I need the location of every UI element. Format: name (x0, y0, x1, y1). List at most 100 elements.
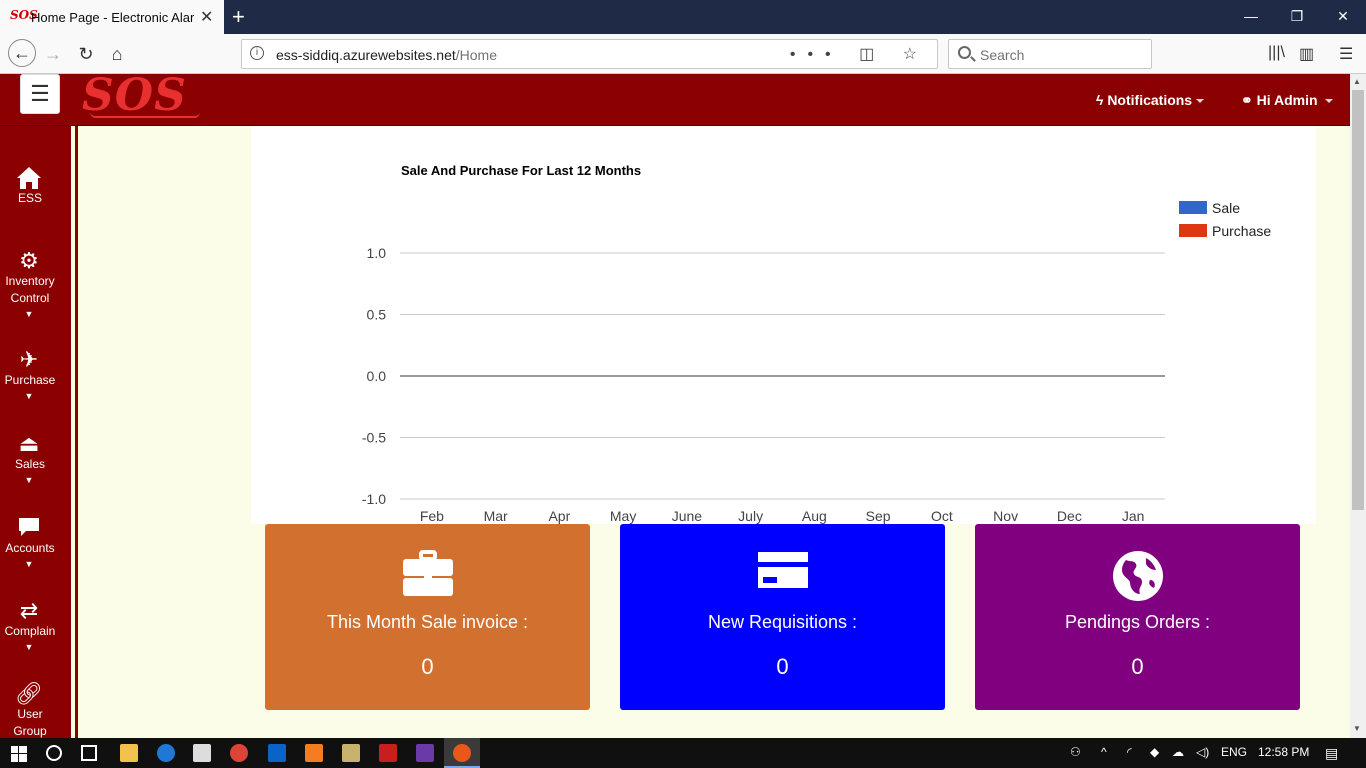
sidebar-item-user-group[interactable]: 🔗︎ User Group (0, 681, 58, 739)
gear-icon: ⚙ (19, 248, 39, 273)
minimize-icon[interactable]: — (1241, 8, 1261, 24)
chrome-icon[interactable] (230, 744, 248, 762)
sidebar-toggle-icon[interactable]: ▥ (1299, 44, 1314, 64)
close-tab-icon[interactable]: ✕ (200, 7, 213, 27)
site-info-icon[interactable]: i (250, 46, 264, 60)
windows-start-icon[interactable] (11, 746, 27, 762)
home-icon (0, 166, 58, 190)
scroll-down-icon[interactable]: ▼ (1353, 724, 1361, 733)
language-indicator[interactable]: ENG (1221, 745, 1247, 759)
y-tick-label: 0.5 (367, 307, 387, 323)
caret-down-icon (1196, 99, 1205, 104)
dropbox-icon[interactable]: ◆ (1150, 745, 1159, 759)
search-input[interactable]: Search (948, 39, 1152, 69)
y-tick-label: 0.0 (367, 368, 387, 384)
airplane-icon: ✈ (19, 347, 39, 372)
tab-title: Home Page - Electronic Alarm (31, 10, 194, 25)
address-bar[interactable]: i ess-siddiq.azurewebsites.net/Home ••• … (241, 39, 938, 69)
legend-swatch-sale (1179, 201, 1207, 214)
home-button-icon[interactable]: ⌂ (105, 42, 129, 66)
wifi-icon[interactable]: ◜ (1127, 745, 1132, 759)
menu-icon[interactable]: ☰ (1339, 44, 1353, 64)
x-tick-label: Jan (1122, 508, 1145, 524)
chevron-down-icon: ▼ (24, 309, 34, 319)
tray-chevron-icon[interactable]: ^ (1101, 745, 1107, 759)
url-text: ess-siddiq.azurewebsites.net/Home (276, 47, 497, 63)
card-label: This Month Sale invoice : (326, 612, 529, 632)
legend-label-sale: Sale (1212, 200, 1241, 216)
sale-purchase-chart: Sale And Purchase For Last 12 Months 1.0… (251, 126, 1316, 524)
back-icon[interactable]: ← (8, 39, 36, 67)
legend-swatch-purchase (1179, 224, 1207, 237)
chevron-down-icon: ▼ (24, 559, 34, 569)
link-icon: ⚭ (1241, 92, 1253, 108)
xampp-icon[interactable] (305, 744, 323, 762)
briefcase-icon (265, 550, 590, 600)
page-scrollbar[interactable]: ▲ ▼ (1350, 74, 1366, 738)
cortana-icon[interactable] (46, 745, 62, 761)
app-header: ☰ SOS ϟ Notifications ⚭ Hi Admin (0, 74, 1350, 126)
edge-icon[interactable] (157, 744, 175, 762)
user-menu[interactable]: ⚭ Hi Admin (1241, 92, 1334, 109)
visual-studio-icon[interactable] (416, 744, 434, 762)
task-view-icon[interactable] (81, 745, 97, 761)
card-value: 0 (776, 654, 789, 679)
volume-icon[interactable]: ◁) (1196, 745, 1209, 759)
people-icon[interactable]: ⚇ (1070, 745, 1081, 759)
hamburger-menu-button[interactable]: ☰ (20, 74, 60, 114)
scroll-thumb[interactable] (1352, 90, 1364, 510)
clock[interactable]: 12:58 PM (1258, 745, 1309, 759)
firefox-icon (453, 744, 471, 762)
x-tick-label: Mar (484, 508, 508, 524)
app-icon[interactable] (342, 744, 360, 762)
sidebar-item-complain[interactable]: ⇄ Complain ▼ (0, 598, 58, 653)
x-tick-label: Feb (420, 508, 444, 524)
sale-invoice-card[interactable]: This Month Sale invoice : 0 (265, 524, 590, 710)
y-tick-label: 1.0 (367, 245, 387, 261)
windows-taskbar: ⚇ ^ ◜ ◆ ☁ ◁) ENG 12:58 PM ▤ (0, 738, 1366, 768)
retweet-icon: ⇄ (19, 598, 39, 623)
browser-titlebar: SOS Home Page - Electronic Alarm ✕ + — ❐… (0, 0, 1366, 34)
x-tick-label: May (610, 508, 636, 524)
forward-icon[interactable]: → (41, 42, 65, 66)
restore-icon[interactable]: ❐ (1287, 8, 1307, 25)
sidebar-item-accounts[interactable]: Accounts ▼ (0, 516, 58, 569)
y-tick-label: -0.5 (362, 430, 386, 446)
action-center-icon[interactable]: ▤ (1325, 745, 1338, 762)
x-tick-label: Sep (866, 508, 891, 524)
comment-icon (0, 516, 58, 540)
store-icon[interactable] (193, 744, 211, 762)
new-requisitions-card[interactable]: New Requisitions : 0 (620, 524, 945, 710)
card-value: 0 (1131, 654, 1144, 679)
sidebar-item-sales[interactable]: ⏏ Sales ▼ (0, 432, 58, 486)
sidebar-item-purchase[interactable]: ✈ Purchase ▼ (0, 347, 58, 402)
x-tick-label: Aug (802, 508, 827, 524)
notifications-menu[interactable]: ϟ Notifications (1096, 92, 1205, 108)
filezilla-icon[interactable] (379, 744, 397, 762)
x-tick-label: June (672, 508, 703, 524)
sidebar-item-ess[interactable]: ESS (0, 166, 58, 207)
sidebar-divider-line (75, 126, 78, 738)
scroll-up-icon[interactable]: ▲ (1353, 77, 1361, 86)
pending-orders-card[interactable]: Pendings Orders : 0 (975, 524, 1300, 710)
new-tab-icon[interactable]: + (232, 4, 245, 30)
page-viewport: ☰ SOS ϟ Notifications ⚭ Hi Admin ESS ⚙ I… (0, 74, 1350, 738)
firefox-taskbar-active[interactable] (444, 738, 480, 768)
globe-icon (975, 550, 1300, 601)
page-actions-icons[interactable]: ••• ◫ ☆ (790, 44, 929, 64)
browser-navbar: ← → ↻ ⌂ i ess-siddiq.azurewebsites.net/H… (0, 34, 1366, 74)
onedrive-icon[interactable]: ☁ (1172, 745, 1184, 759)
x-tick-label: July (738, 508, 763, 524)
reload-icon[interactable]: ↻ (74, 42, 98, 66)
close-window-icon[interactable]: ✕ (1333, 8, 1353, 25)
browser-tab[interactable]: SOS Home Page - Electronic Alarm ✕ (0, 0, 224, 34)
file-explorer-icon[interactable] (120, 744, 138, 762)
outlook-icon[interactable] (268, 744, 286, 762)
link-icon: 🔗︎ (15, 681, 43, 706)
search-icon (958, 46, 971, 59)
chevron-down-icon: ▼ (24, 642, 34, 652)
logo-swoosh (90, 112, 200, 118)
sidebar-item-inventory-control[interactable]: ⚙ Inventory Control ▼ (0, 248, 58, 320)
y-tick-label: -1.0 (362, 491, 386, 507)
library-icon[interactable]: |||\ (1268, 44, 1285, 62)
